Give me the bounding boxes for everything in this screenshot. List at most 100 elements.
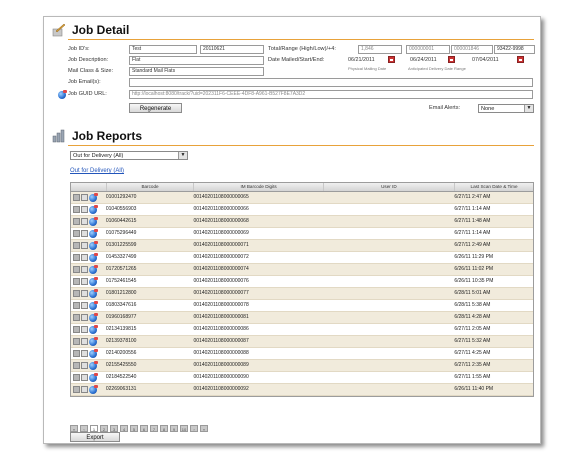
map-icon[interactable]: [81, 230, 88, 237]
job-description-field[interactable]: Flat: [129, 56, 264, 65]
map-icon[interactable]: [81, 302, 88, 309]
globe-icon[interactable]: [89, 264, 98, 274]
map-icon[interactable]: [81, 374, 88, 381]
job-emails-field[interactable]: [129, 78, 533, 87]
document-icon[interactable]: [73, 326, 80, 333]
document-icon[interactable]: [73, 230, 80, 237]
table-row[interactable]: 01301225599 00140201108000000071 6/27/11 2…: [71, 240, 533, 252]
page-button[interactable]: 10: [180, 425, 188, 432]
page-button[interactable]: ›: [190, 425, 198, 432]
document-icon[interactable]: [73, 194, 80, 201]
page-button[interactable]: 4: [120, 425, 128, 432]
page-button[interactable]: 8: [160, 425, 168, 432]
page-button[interactable]: 2: [100, 425, 108, 432]
map-icon[interactable]: [81, 290, 88, 297]
page-button[interactable]: 1: [90, 425, 98, 432]
range-low-field[interactable]: 000000001: [406, 45, 450, 54]
globe-icon[interactable]: [89, 192, 98, 202]
table-row[interactable]: 01075296449 00140201108000000069 6/27/11 1…: [71, 228, 533, 240]
header-last-scan[interactable]: Last Scan Date & Time: [454, 183, 533, 191]
calendar-icon[interactable]: [517, 56, 524, 63]
page-button[interactable]: 7: [150, 425, 158, 432]
map-icon[interactable]: [81, 242, 88, 249]
table-row[interactable]: 02139378100 00140201108000000087 6/27/11 5…: [71, 336, 533, 348]
document-icon[interactable]: [73, 278, 80, 285]
globe-icon[interactable]: [89, 204, 98, 214]
export-button[interactable]: Export: [70, 432, 120, 442]
table-row[interactable]: 01040556903 00140201108000000066 6/27/11 1…: [71, 204, 533, 216]
header-user-id[interactable]: User ID: [322, 183, 454, 191]
map-icon[interactable]: [81, 218, 88, 225]
document-icon[interactable]: [73, 350, 80, 357]
document-icon[interactable]: [73, 362, 80, 369]
page-button[interactable]: «: [70, 425, 78, 432]
globe-icon[interactable]: [89, 288, 98, 298]
document-icon[interactable]: [73, 290, 80, 297]
map-icon[interactable]: [81, 362, 88, 369]
calendar-icon[interactable]: [448, 56, 455, 63]
job-id-field-1[interactable]: Test: [129, 45, 197, 54]
table-row[interactable]: 02134139815 00140201108000000086 6/27/11 2…: [71, 324, 533, 336]
table-row[interactable]: 02140200556 00140201108000000088 6/27/11 4…: [71, 348, 533, 360]
table-row[interactable]: 01752461545 00140201108000000076 6/26/11 1…: [71, 276, 533, 288]
map-icon[interactable]: [81, 326, 88, 333]
map-icon[interactable]: [81, 278, 88, 285]
globe-icon[interactable]: [89, 360, 98, 370]
map-icon[interactable]: [81, 254, 88, 261]
page-button[interactable]: »: [200, 425, 208, 432]
globe-icon[interactable]: [89, 348, 98, 358]
globe-icon[interactable]: [89, 336, 98, 346]
table-row[interactable]: 02184522540 00140201108000000090 6/27/11 1…: [71, 372, 533, 384]
range-high-field[interactable]: 000001846: [451, 45, 493, 54]
page-button[interactable]: 9: [170, 425, 178, 432]
globe-icon[interactable]: [89, 228, 98, 238]
document-icon[interactable]: [73, 206, 80, 213]
table-row[interactable]: 01453327499 00140201108000000072 6/26/11 1…: [71, 252, 533, 264]
table-row[interactable]: 02155425550 00140201108000000089 6/27/11 2…: [71, 360, 533, 372]
globe-icon[interactable]: [89, 384, 98, 394]
globe-icon[interactable]: [89, 276, 98, 286]
table-row[interactable]: 01803347616 00140201108000000078 6/28/11 5…: [71, 300, 533, 312]
report-filter-link[interactable]: Out for Delivery (All): [70, 168, 124, 174]
globe-icon[interactable]: [89, 252, 98, 262]
table-row[interactable]: 02269063131 00140201108000000092 6/26/11 1…: [71, 384, 533, 396]
job-guid-url-field[interactable]: http://localhost:8080/track/?uid=202311F…: [129, 90, 533, 99]
globe-icon[interactable]: [89, 300, 98, 310]
globe-icon[interactable]: [89, 324, 98, 334]
page-button[interactable]: 5: [130, 425, 138, 432]
document-icon[interactable]: [73, 218, 80, 225]
document-icon[interactable]: [73, 386, 80, 393]
table-row[interactable]: 01720571265 00140201108000000074 6/26/11 1…: [71, 264, 533, 276]
map-icon[interactable]: [81, 338, 88, 345]
report-filter-select[interactable]: Out for Delivery (All) ▼: [70, 151, 188, 160]
page-button[interactable]: 6: [140, 425, 148, 432]
calendar-icon[interactable]: [388, 56, 395, 63]
page-button[interactable]: 3: [110, 425, 118, 432]
map-icon[interactable]: [81, 350, 88, 357]
email-alerts-select[interactable]: None ▼: [478, 104, 534, 113]
table-row[interactable]: 01801212800 00140201108000000077 6/28/11 5…: [71, 288, 533, 300]
globe-icon[interactable]: [89, 372, 98, 382]
table-row[interactable]: 01960168977 00140201108000000081 6/28/11 4…: [71, 312, 533, 324]
document-icon[interactable]: [73, 242, 80, 249]
job-id-field-2[interactable]: 20110621: [200, 45, 264, 54]
map-icon[interactable]: [81, 386, 88, 393]
globe-icon[interactable]: [89, 216, 98, 226]
document-icon[interactable]: [73, 302, 80, 309]
regenerate-button[interactable]: Regenerate: [129, 103, 182, 113]
map-icon[interactable]: [81, 206, 88, 213]
map-icon[interactable]: [81, 194, 88, 201]
globe-icon[interactable]: [89, 240, 98, 250]
document-icon[interactable]: [73, 254, 80, 261]
table-row[interactable]: 01001292470 00140201108000000065 6/27/11 2…: [71, 192, 533, 204]
header-barcode[interactable]: Barcode: [105, 183, 194, 191]
header-im-digits[interactable]: IM Barcode Digits: [193, 183, 322, 191]
document-icon[interactable]: [73, 374, 80, 381]
mail-class-field[interactable]: Standard Mail Flats: [129, 67, 264, 76]
document-icon[interactable]: [73, 314, 80, 321]
plus4-field[interactable]: 93422-9998: [494, 45, 535, 54]
map-icon[interactable]: [81, 314, 88, 321]
page-button[interactable]: ‹: [80, 425, 88, 432]
document-icon[interactable]: [73, 338, 80, 345]
table-row[interactable]: 01060442615 00140201108000000068 6/27/11 1…: [71, 216, 533, 228]
